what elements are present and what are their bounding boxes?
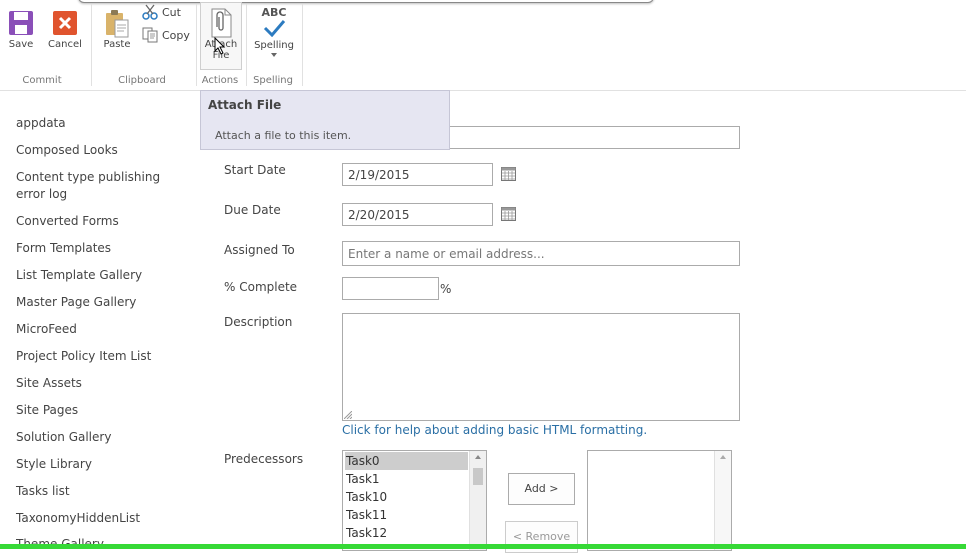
cut-button[interactable]: Cut bbox=[142, 4, 181, 20]
nav-item-label-line-2: error log bbox=[16, 187, 68, 201]
list-item[interactable]: Task0 bbox=[345, 452, 468, 470]
nav-item-solution-gallery[interactable]: Solution Gallery bbox=[16, 429, 166, 446]
paste-icon bbox=[106, 10, 129, 38]
nav-item-master-page-gallery[interactable]: Master Page Gallery bbox=[16, 294, 166, 311]
copy-label: Copy bbox=[162, 28, 190, 42]
chevron-up-icon[interactable] bbox=[715, 451, 731, 463]
nav-item-theme-gallery[interactable]: Theme Gallery bbox=[16, 536, 166, 544]
scissors-icon bbox=[142, 4, 158, 20]
nav-item-taxonomyhiddenlist[interactable]: TaxonomyHiddenList bbox=[16, 510, 166, 527]
paste-label: Paste bbox=[103, 39, 131, 50]
nav-item-appdata[interactable]: appdata bbox=[16, 115, 166, 132]
cancel-button[interactable]: Cancel bbox=[48, 10, 82, 50]
actions-group-label: Actions bbox=[201, 75, 239, 86]
nav-item-label-line-1: Content type publishing bbox=[16, 170, 161, 184]
percent-complete-label: % Complete bbox=[224, 280, 298, 294]
predecessors-label: Predecessors bbox=[224, 452, 304, 466]
assigned-to-label: Assigned To bbox=[224, 243, 295, 257]
cancel-label: Cancel bbox=[48, 39, 82, 50]
nav-item-composed-looks[interactable]: Composed Looks bbox=[16, 142, 166, 159]
chevron-down-icon bbox=[271, 53, 277, 57]
save-button[interactable]: Save bbox=[6, 10, 36, 50]
attach-file-tooltip: Attach File Attach a file to this item. bbox=[200, 90, 450, 150]
list-item[interactable]: Task1 bbox=[345, 470, 468, 488]
nav-item-list-template-gallery[interactable]: List Template Gallery bbox=[16, 267, 166, 284]
ribbon-divider bbox=[91, 4, 92, 86]
due-date-label: Due Date bbox=[224, 203, 281, 217]
percent-unit: % bbox=[440, 282, 452, 296]
ribbon-divider bbox=[196, 4, 197, 86]
ribbon: Save Cancel Commit Paste Cut Copy Clipbo… bbox=[0, 0, 966, 91]
spelling-group-label: Spelling bbox=[253, 75, 293, 86]
list-item[interactable]: Task11 bbox=[345, 506, 468, 524]
copy-icon bbox=[142, 27, 158, 43]
calendar-icon[interactable] bbox=[501, 167, 516, 181]
spelling-button[interactable]: ABC Spelling bbox=[252, 7, 296, 57]
scrollbar[interactable] bbox=[714, 451, 731, 550]
nav-item-form-templates[interactable]: Form Templates bbox=[16, 240, 166, 257]
nav-item-microfeed[interactable]: MicroFeed bbox=[16, 321, 166, 338]
scrollbar-thumb[interactable] bbox=[473, 468, 483, 485]
mouse-cursor-icon bbox=[214, 37, 226, 55]
list-item[interactable]: Task12 bbox=[345, 524, 468, 542]
save-label: Save bbox=[8, 39, 34, 50]
scrollbar[interactable] bbox=[469, 451, 486, 550]
description-label: Description bbox=[224, 315, 293, 329]
predecessors-selected-list[interactable] bbox=[587, 450, 732, 551]
tooltip-title: Attach File bbox=[208, 98, 282, 112]
nav-item-site-pages[interactable]: Site Pages bbox=[16, 402, 166, 419]
close-icon bbox=[53, 11, 77, 35]
nav-item-project-policy-item-list[interactable]: Project Policy Item List bbox=[16, 348, 166, 365]
percent-complete-input[interactable] bbox=[342, 277, 439, 300]
save-icon bbox=[9, 11, 33, 35]
resize-handle-icon[interactable] bbox=[344, 411, 352, 419]
clipboard-group-label: Clipboard bbox=[118, 75, 166, 86]
commit-group-label: Commit bbox=[22, 75, 62, 86]
assigned-to-input[interactable]: Enter a name or email address... bbox=[342, 241, 740, 266]
abc-text: ABC bbox=[261, 6, 287, 19]
list-item[interactable]: Task10 bbox=[345, 488, 468, 506]
chevron-up-icon[interactable] bbox=[470, 451, 486, 463]
attach-file-button[interactable]: Attach File bbox=[200, 2, 242, 70]
checkmark-icon bbox=[263, 20, 286, 37]
paste-button[interactable]: Paste bbox=[100, 9, 134, 50]
nav-item-tasks-list[interactable]: Tasks list bbox=[16, 483, 166, 500]
nav-item-site-assets[interactable]: Site Assets bbox=[16, 375, 166, 392]
copy-button[interactable]: Copy bbox=[142, 27, 190, 43]
start-date-input[interactable]: 2/19/2015 bbox=[342, 163, 493, 186]
ribbon-divider bbox=[302, 4, 303, 86]
html-formatting-help-link[interactable]: Click for help about adding basic HTML f… bbox=[342, 423, 647, 437]
add-button[interactable]: Add > bbox=[508, 473, 575, 505]
nav-item-content-type-publishing-error-log[interactable]: Content type publishing error log bbox=[16, 169, 166, 203]
start-date-label: Start Date bbox=[224, 163, 286, 177]
due-date-input[interactable]: 2/20/2015 bbox=[342, 203, 493, 226]
status-bar bbox=[0, 544, 966, 549]
predecessors-available-list[interactable]: Task0 Task1 Task10 Task11 Task12 bbox=[342, 450, 487, 551]
calendar-icon[interactable] bbox=[501, 207, 516, 221]
tooltip-description: Attach a file to this item. bbox=[215, 129, 352, 142]
description-textarea[interactable] bbox=[342, 313, 740, 421]
ribbon-top-strip bbox=[78, 0, 654, 3]
cut-label: Cut bbox=[162, 5, 181, 19]
ribbon-divider bbox=[246, 4, 247, 86]
nav-item-converted-forms[interactable]: Converted Forms bbox=[16, 213, 166, 230]
attach-file-icon bbox=[211, 8, 232, 38]
nav-item-style-library[interactable]: Style Library bbox=[16, 456, 166, 473]
spelling-label: Spelling bbox=[254, 40, 294, 51]
